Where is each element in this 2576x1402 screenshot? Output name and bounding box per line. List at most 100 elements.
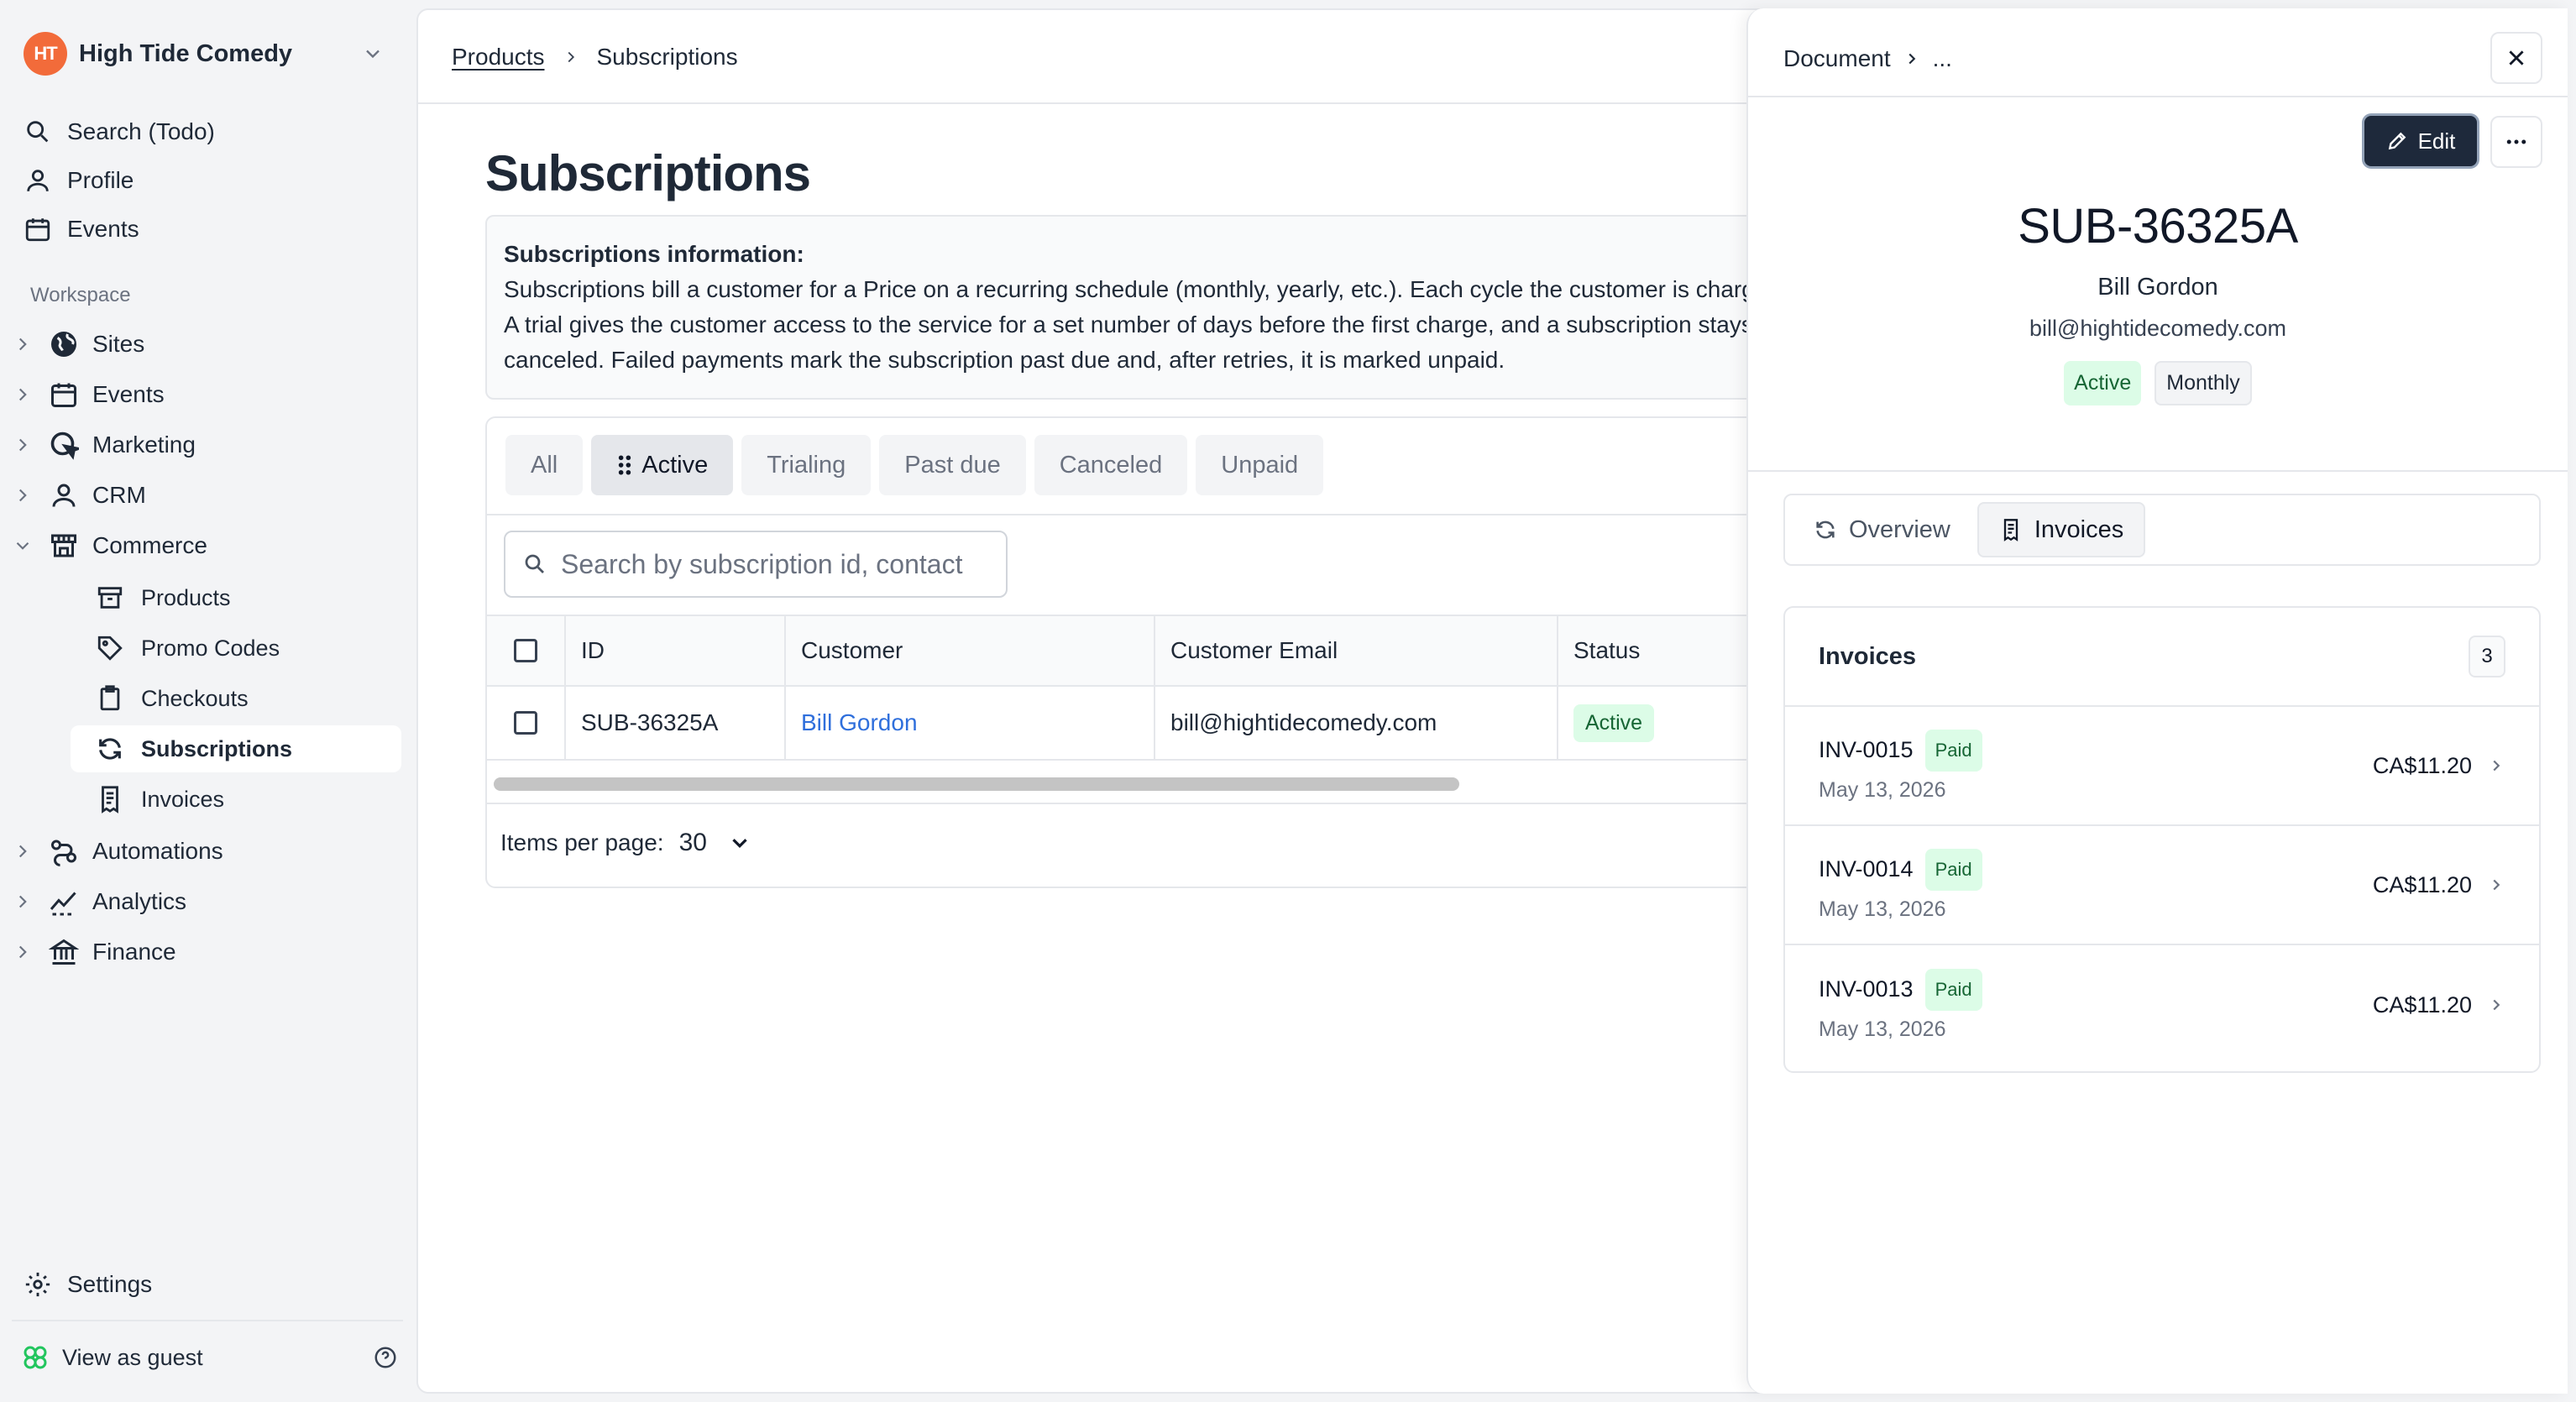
table-row[interactable]: SUB-36325A Bill Gordon bill@hightidecome…: [487, 687, 1961, 761]
tab-label: Invoices: [2034, 515, 2124, 543]
panel-breadcrumb-root[interactable]: Document: [1783, 45, 1891, 72]
header-checkbox-cell: [487, 616, 566, 685]
tab-past-due[interactable]: Past due: [879, 435, 1026, 495]
drag-handle-icon: [619, 455, 631, 475]
edit-label: Edit: [2417, 128, 2456, 154]
chevron-right-icon: [2493, 760, 2500, 772]
tab-trialing[interactable]: Trialing: [741, 435, 872, 495]
cell-customer: Bill Gordon: [786, 687, 1155, 759]
sidebar-item-subscriptions[interactable]: Subscriptions: [71, 725, 401, 772]
row-checkbox[interactable]: [514, 711, 537, 735]
invoice-row[interactable]: INV-0015 Paid May 13, 2026 CA$11.20: [1785, 707, 2539, 826]
view-as-guest-button[interactable]: View as guest: [20, 1337, 398, 1378]
invoice-row[interactable]: INV-0013 Paid May 13, 2026 CA$11.20: [1785, 945, 2539, 1065]
sidebar-item-label: Marketing: [92, 432, 196, 458]
invoices-title: Invoices: [1819, 642, 1917, 670]
sidebar-item-label: Finance: [92, 939, 176, 965]
sidebar-item-label: Promo Codes: [141, 635, 280, 661]
nav-events[interactable]: Events: [24, 205, 401, 254]
help-icon[interactable]: [373, 1345, 398, 1370]
tab-canceled[interactable]: Canceled: [1034, 435, 1188, 495]
sidebar-item-automations[interactable]: Automations: [12, 826, 406, 876]
items-per-page: Items per page: 30: [500, 818, 752, 868]
tab-unpaid[interactable]: Unpaid: [1196, 435, 1324, 495]
breadcrumb-current: Subscriptions: [596, 44, 738, 70]
invoice-status-badge: Paid: [1924, 848, 1982, 891]
user-icon: [52, 484, 76, 507]
breadcrumb: Products Subscriptions: [452, 40, 738, 74]
chevron-down-icon[interactable]: [727, 830, 752, 855]
nav-label: Events: [67, 216, 139, 242]
chevron-right-icon: [2493, 879, 2500, 891]
items-per-page-value[interactable]: 30: [679, 829, 707, 857]
invoice-status-badge: Paid: [1924, 968, 1982, 1011]
column-header-customer[interactable]: Customer: [786, 616, 1155, 685]
sidebar-item-promo-codes[interactable]: Promo Codes: [71, 625, 401, 672]
globe-icon: [51, 332, 76, 357]
interval-badge: Monthly: [2155, 361, 2252, 405]
receipt-icon: [2003, 519, 2018, 541]
sidebar-item-label: Checkouts: [141, 685, 249, 711]
sidebar-item-products[interactable]: Products: [71, 574, 401, 621]
sidebar-item-invoices[interactable]: Invoices: [71, 776, 401, 823]
sidebar-item-checkouts[interactable]: Checkouts: [71, 675, 401, 722]
panel-breadcrumb-more[interactable]: ...: [1933, 45, 1952, 72]
sidebar-item-marketing[interactable]: Marketing: [12, 420, 406, 470]
more-actions-button[interactable]: [2490, 116, 2542, 168]
nav-top: Search (Todo) Profile Events: [24, 107, 401, 254]
table-header: ID Customer Customer Email Status: [487, 615, 1961, 687]
info-body: Subscriptions bill a customer for a Pric…: [504, 276, 1929, 373]
invoices-card: Invoices 3 INV-0015 Paid May 13, 2026 CA…: [1783, 606, 2541, 1073]
sidebar-item-settings[interactable]: Settings: [24, 1261, 393, 1308]
sidebar-item-sites[interactable]: Sites: [12, 319, 406, 369]
invoice-row[interactable]: INV-0014 Paid May 13, 2026 CA$11.20: [1785, 826, 2539, 945]
chevron-right-icon: [2493, 999, 2500, 1011]
nav-search[interactable]: Search (Todo): [24, 107, 401, 156]
items-per-page-label: Items per page:: [500, 829, 664, 855]
horizontal-scrollbar[interactable]: [492, 777, 1965, 791]
sidebar-item-finance[interactable]: Finance: [12, 927, 406, 977]
invoice-number: INV-0013: [1819, 976, 1914, 1002]
invoice-date: May 13, 2026: [1819, 897, 1946, 921]
invoice-number: INV-0014: [1819, 856, 1914, 881]
sidebar-item-crm[interactable]: CRM: [12, 470, 406, 521]
search-box[interactable]: [504, 531, 1008, 598]
close-panel-button[interactable]: [2490, 32, 2542, 84]
status-filter-tabs: All Active Trialing Past due Canceled Un…: [505, 435, 1324, 495]
sidebar-item-commerce[interactable]: Commerce: [12, 521, 406, 571]
nav-profile[interactable]: Profile: [24, 156, 401, 205]
close-icon: [2509, 50, 2524, 65]
guest-icon: [24, 1346, 47, 1369]
customer-link[interactable]: Bill Gordon: [801, 709, 918, 736]
tab-all[interactable]: All: [505, 435, 584, 495]
sidebar-item-label: Subscriptions: [141, 735, 293, 761]
divider: [1748, 470, 2568, 472]
info-box: Subscriptions information: Subscriptions…: [485, 215, 1963, 400]
invoice-line: INV-0015 Paid: [1819, 729, 2373, 772]
scrollbar-thumb[interactable]: [494, 777, 1459, 791]
invoice-amount: CA$11.20: [2372, 871, 2472, 897]
divider: [487, 803, 1961, 804]
customer-email: bill@hightidecomedy.com: [2029, 316, 2287, 341]
invoice-info: INV-0014 Paid May 13, 2026: [1819, 848, 2373, 922]
tab-invoices[interactable]: Invoices: [1977, 502, 2146, 557]
chevron-down-icon: [366, 50, 380, 59]
search-input[interactable]: [561, 548, 989, 580]
invoice-date: May 13, 2026: [1819, 777, 1946, 802]
sidebar-item-label: Analytics: [92, 888, 187, 914]
edit-button[interactable]: Edit: [2364, 116, 2477, 166]
tab-active[interactable]: Active: [591, 435, 734, 495]
chevron-right-icon: [18, 388, 27, 401]
invoice-line: INV-0014 Paid: [1819, 848, 2373, 891]
store-icon: [51, 534, 76, 557]
select-all-checkbox[interactable]: [514, 639, 537, 662]
org-switcher[interactable]: HT High Tide Comedy: [24, 30, 393, 77]
sidebar-item-events[interactable]: Events: [12, 369, 406, 420]
column-header-id[interactable]: ID: [566, 616, 786, 685]
sidebar-item-analytics[interactable]: Analytics: [12, 876, 406, 927]
subscriptions-table: ID Customer Customer Email Status SUB-36…: [487, 615, 1961, 761]
sidebar-item-label: Events: [92, 381, 165, 407]
breadcrumb-products-link[interactable]: Products: [452, 44, 545, 71]
tab-overview[interactable]: Overview: [1793, 502, 1971, 557]
column-header-email[interactable]: Customer Email: [1155, 616, 1558, 685]
